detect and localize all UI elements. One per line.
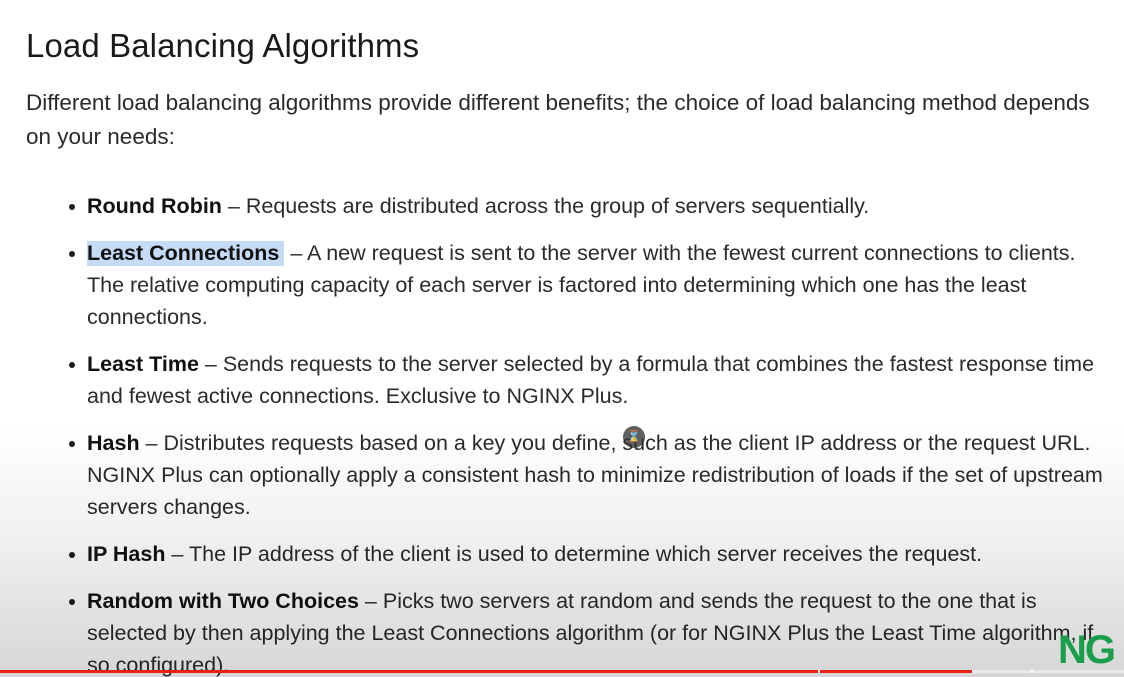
intro-paragraph: Different load balancing algorithms prov… xyxy=(26,90,1090,149)
list-item-desc: – The IP address of the client is used t… xyxy=(165,542,983,566)
page-title: Load Balancing Algorithms xyxy=(26,27,420,64)
chapter-marker xyxy=(818,670,820,673)
list-item: IP Hash – The IP address of the client i… xyxy=(69,538,1117,570)
list-item-term: Hash xyxy=(87,431,140,455)
list-item-term: IP Hash xyxy=(87,542,166,566)
algorithm-list: Round Robin – Requests are distributed a… xyxy=(69,190,1117,677)
slide: Load Balancing Algorithms Different load… xyxy=(0,0,1124,677)
video-progress-bar[interactable] xyxy=(0,670,1124,673)
chapter-marker xyxy=(1031,670,1033,673)
hourglass-icon: ⌛ xyxy=(623,426,645,448)
list-item: Round Robin – Requests are distributed a… xyxy=(69,190,1117,222)
list-item-term: Random with Two Choices xyxy=(87,589,359,613)
nginx-logo: NG xyxy=(1058,628,1116,672)
list-item-desc: – Requests are distributed across the gr… xyxy=(221,194,870,218)
list-item-desc: – Distributes requests based on a key yo… xyxy=(87,431,1103,519)
list-item: Least Connections – A new request is sen… xyxy=(69,237,1117,333)
list-item: Least Time – Sends requests to the serve… xyxy=(69,348,1117,412)
list-item: Hash – Distributes requests based on a k… xyxy=(69,427,1117,523)
list-item-term: Round Robin xyxy=(87,194,222,218)
list-item-desc: – Sends requests to the server selected … xyxy=(87,352,1095,408)
list-item-term-highlighted[interactable]: Least Connections xyxy=(87,241,285,266)
list-item: Random with Two Choices – Picks two serv… xyxy=(69,585,1117,677)
video-progress-fill xyxy=(0,670,973,673)
list-item-term: Least Time xyxy=(87,352,199,376)
